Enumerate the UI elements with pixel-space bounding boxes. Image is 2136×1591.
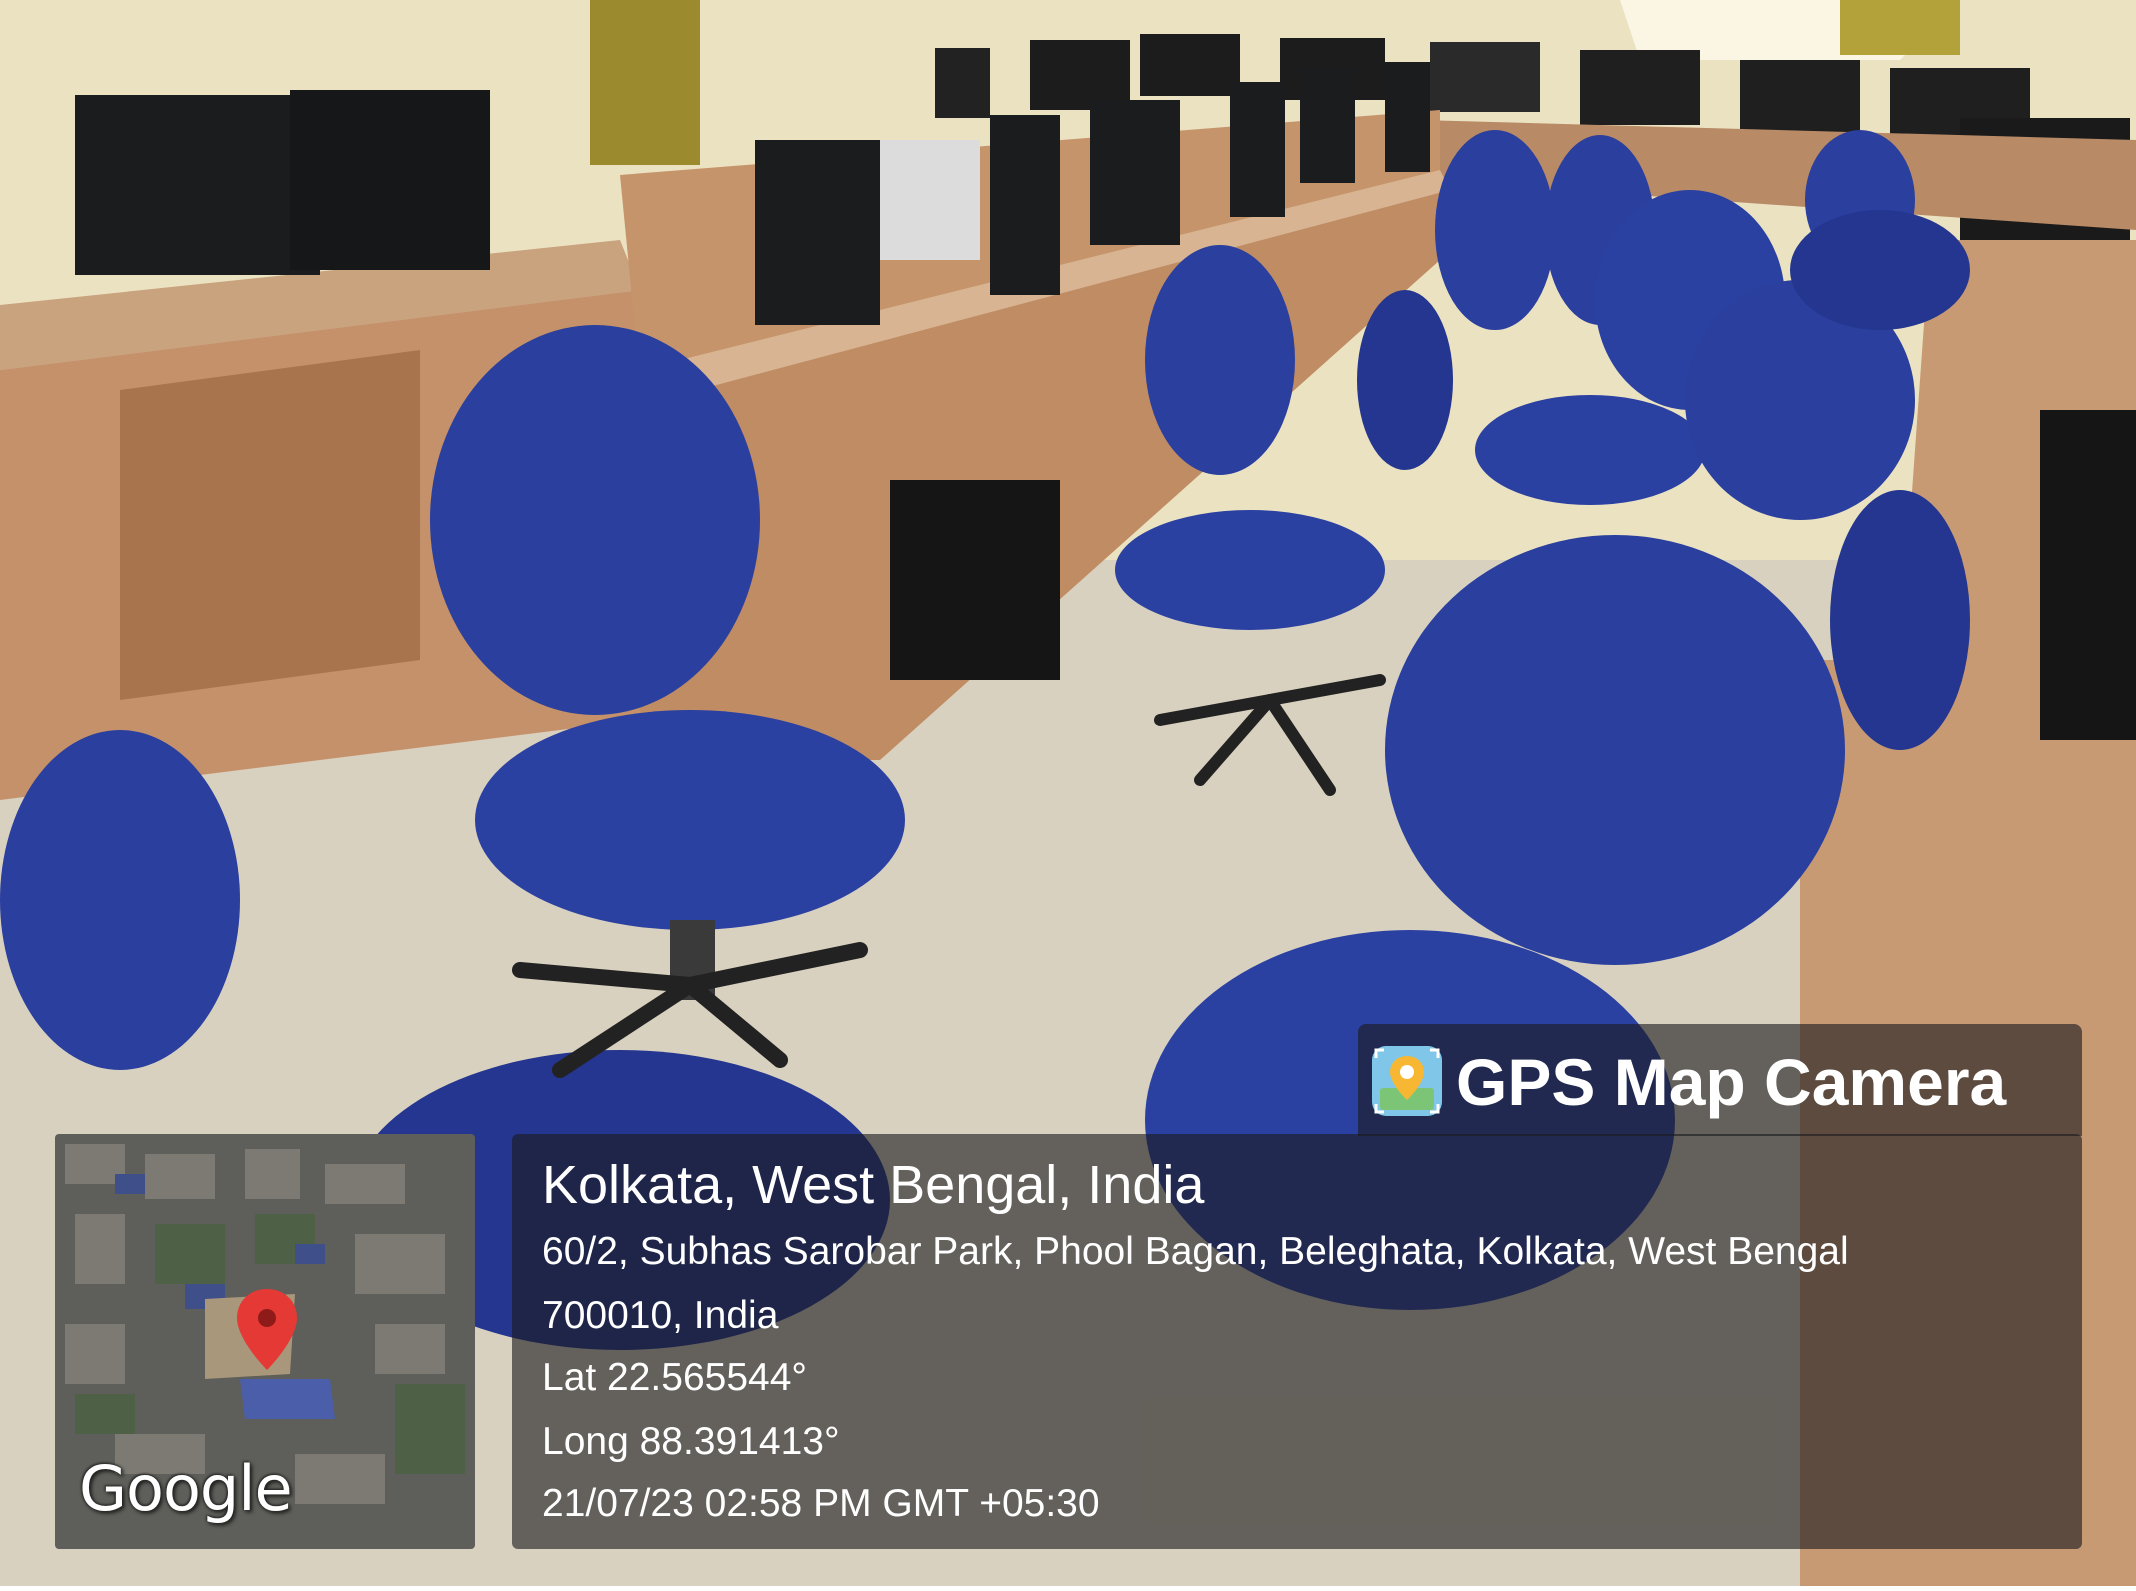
classroom-photo: Google GPS Map Camera Kolkata, West Beng… xyxy=(0,0,2136,1586)
location-title: Kolkata, West Bengal, India xyxy=(542,1155,1205,1215)
gps-map-camera-badge: GPS Map Camera xyxy=(1358,1024,2082,1136)
map-pin-camera-icon xyxy=(1372,1046,1442,1116)
address-line-1: 60/2, Subhas Sarobar Park, Phool Bagan, … xyxy=(542,1230,1849,1273)
right-tower xyxy=(2040,410,2136,740)
google-logo: Google xyxy=(79,1452,293,1525)
timestamp: 21/07/23 02:58 PM GMT +05:30 xyxy=(542,1482,1100,1525)
longitude: Long 88.391413° xyxy=(542,1420,840,1463)
curtain-left xyxy=(590,0,700,165)
brand-name: GPS Map Camera xyxy=(1456,1045,2007,1119)
curtain-right xyxy=(1840,0,1960,55)
map-thumbnail[interactable]: Google xyxy=(55,1134,475,1549)
school-building xyxy=(240,1379,335,1419)
location-info-panel: Kolkata, West Bengal, India 60/2, Subhas… xyxy=(512,1134,2082,1549)
latitude: Lat 22.565544° xyxy=(542,1356,808,1399)
address-line-2: 700010, India xyxy=(542,1294,779,1337)
